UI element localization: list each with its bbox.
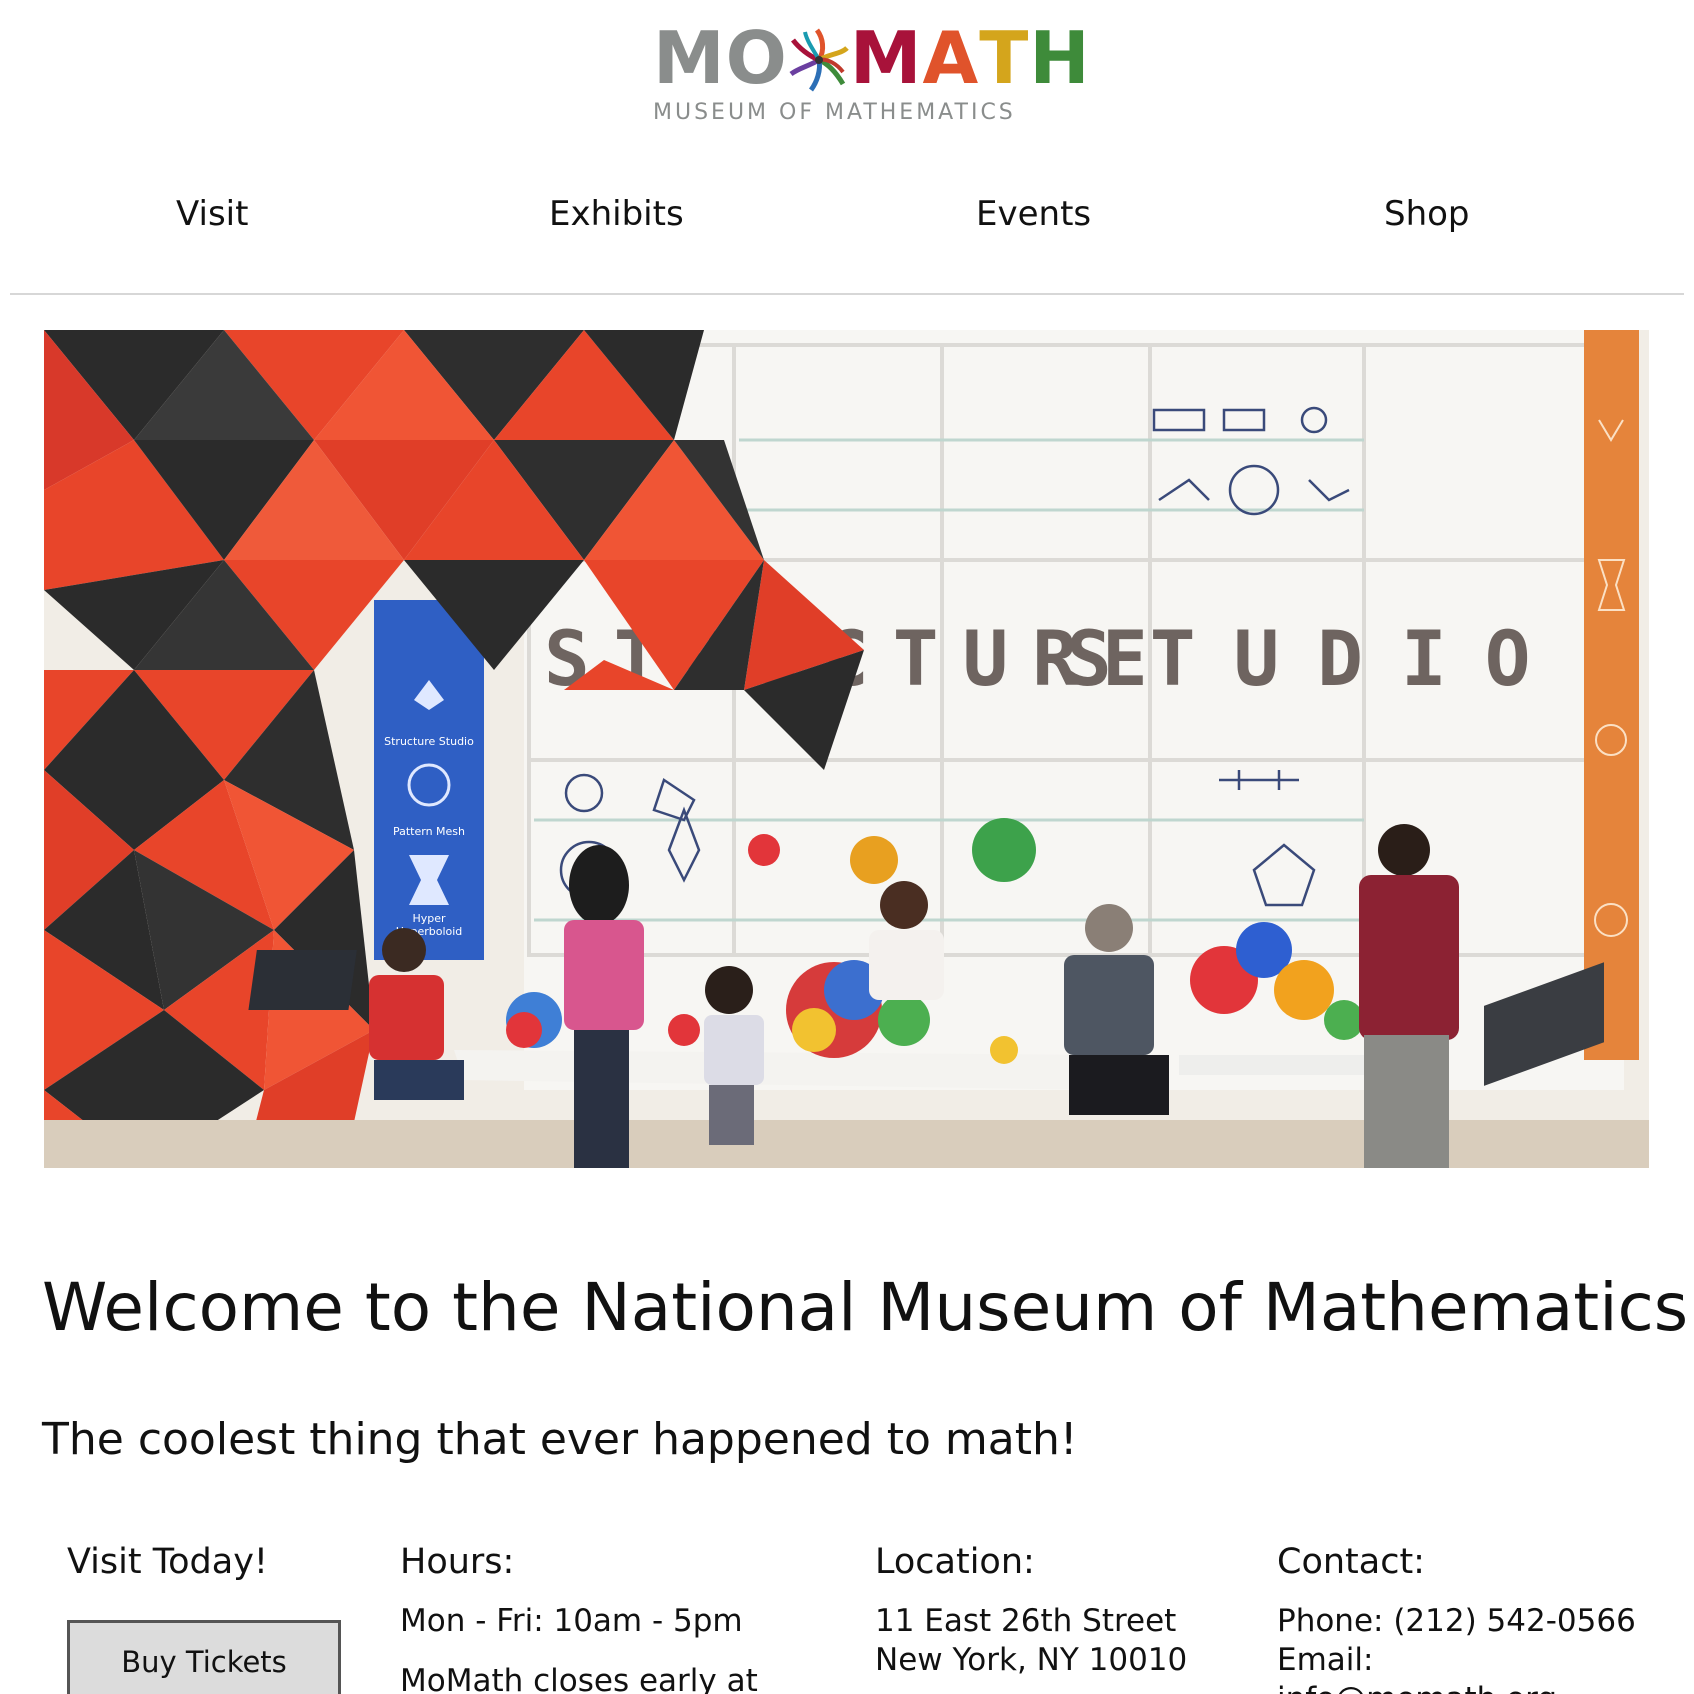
logo-letter-t: T: [979, 16, 1030, 100]
svg-text:Structure Studio: Structure Studio: [384, 735, 474, 748]
hours-title: Hours:: [400, 1542, 515, 1582]
contact-title: Contact:: [1277, 1542, 1425, 1582]
logo-mo-text: MO: [653, 16, 788, 100]
blue-banner: [374, 600, 484, 960]
svg-text:Hyper: Hyper: [412, 912, 446, 925]
nav-shop[interactable]: Shop: [1384, 192, 1470, 236]
contact-email-link[interactable]: info@momath.org: [1277, 1680, 1557, 1694]
location-city: New York, NY 10010: [875, 1642, 1188, 1678]
location-title: Location:: [875, 1542, 1035, 1582]
svg-text:Pattern Mesh: Pattern Mesh: [393, 825, 465, 838]
visit-title: Visit Today!: [67, 1542, 268, 1582]
hero-illustration: STRUCTURE STUDIO Structure Studio: [44, 330, 1649, 1168]
logo-math-text: MATH: [850, 16, 1091, 100]
buy-tickets-button[interactable]: Buy Tickets: [67, 1620, 341, 1694]
nav-visit[interactable]: Visit: [176, 192, 248, 236]
logo-subtitle: MUSEUM OF MATHEMATICS: [653, 100, 1016, 125]
contact-phone[interactable]: Phone: (212) 542-0566: [1277, 1602, 1636, 1640]
logo-letter-a: A: [922, 16, 980, 100]
hours-early-close: MoMath closes early at: [400, 1663, 758, 1694]
nav-divider: [10, 293, 1684, 295]
hero-image: STRUCTURE STUDIO Structure Studio: [44, 330, 1649, 1168]
nav-events[interactable]: Events: [976, 192, 1091, 236]
page-title: Welcome to the National Museum of Mathem…: [42, 1269, 1694, 1346]
page-tagline: The coolest thing that ever happened to …: [42, 1414, 1078, 1465]
nav-exhibits[interactable]: Exhibits: [549, 192, 684, 236]
logo-letter-m: M: [849, 16, 923, 100]
svg-text:STUDIO: STUDIO: [1066, 614, 1569, 703]
location-street: 11 East 26th Street: [875, 1603, 1177, 1639]
contact-email-label: Email:: [1277, 1642, 1374, 1678]
logo-star-icon: [789, 28, 849, 92]
momath-logo[interactable]: MO MATH MUSEUM OF MATHEMATICS: [653, 18, 1090, 128]
logo-letter-h: H: [1029, 16, 1091, 100]
page: MO MATH MUSEUM OF MATHEMATICS Visit Exhi…: [0, 0, 1694, 1694]
logo-wordmark: MO MATH: [653, 18, 1091, 98]
hours-weekday: Mon - Fri: 10am - 5pm: [400, 1603, 743, 1639]
